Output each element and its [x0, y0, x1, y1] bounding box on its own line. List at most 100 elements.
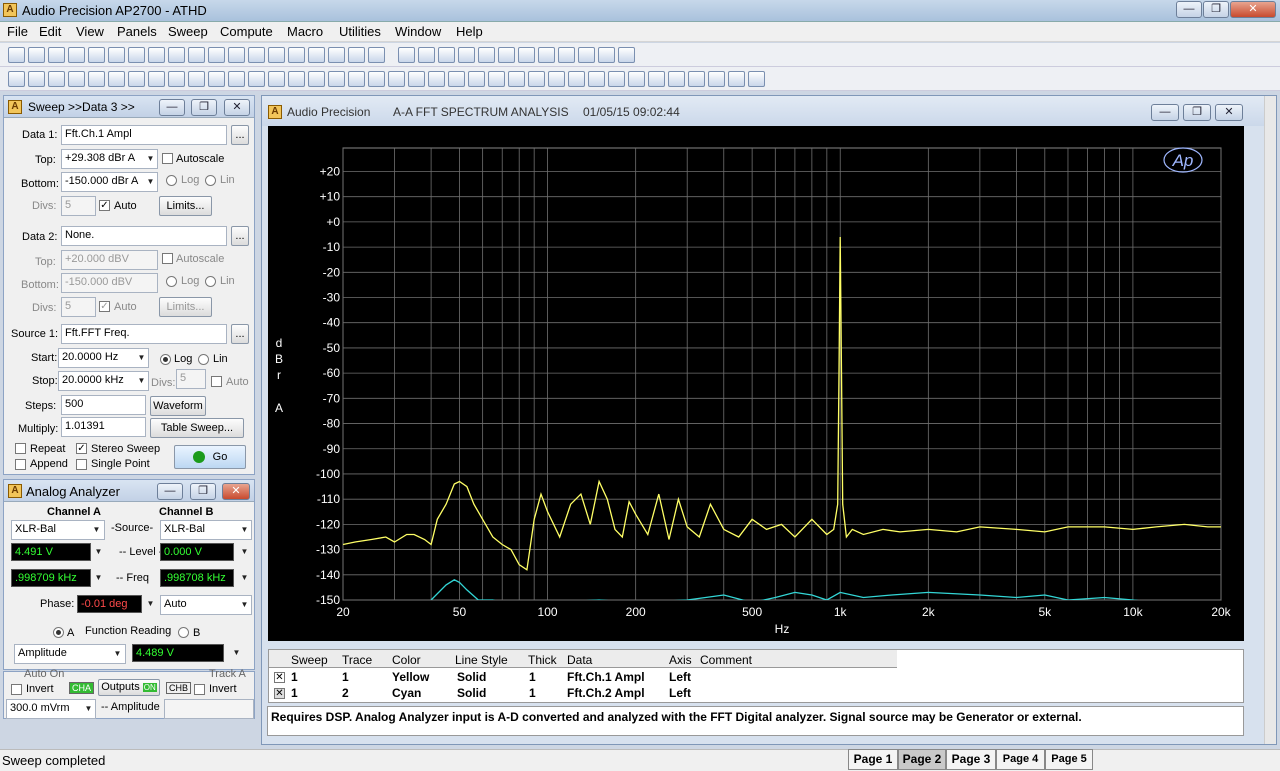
source1-lin-radio[interactable]: [198, 354, 209, 365]
toolbar-button-icon[interactable]: [228, 71, 245, 87]
data2-lin-radio[interactable]: [205, 276, 216, 287]
data1-autoscale-checkbox[interactable]: [162, 153, 173, 164]
toolbar-button-icon[interactable]: [428, 71, 445, 87]
toolbar-button-icon[interactable]: [688, 71, 705, 87]
data2-browse-button[interactable]: ...: [231, 226, 249, 246]
data2-auto-checkbox[interactable]: ✓: [99, 301, 110, 312]
source1-log-radio[interactable]: [160, 354, 171, 365]
menu-compute[interactable]: Compute: [220, 24, 273, 39]
data1-limits-button[interactable]: Limits...: [159, 196, 212, 216]
menu-sweep[interactable]: Sweep: [168, 24, 208, 39]
toolbar-button-icon[interactable]: [488, 71, 505, 87]
stereo-sweep-checkbox[interactable]: ✓: [76, 443, 87, 454]
source1-auto-checkbox[interactable]: [211, 376, 222, 387]
data1-field[interactable]: Fft.Ch.1 Ampl: [61, 125, 227, 145]
chevron-down-icon[interactable]: ▼: [238, 569, 251, 587]
data2-limits-button[interactable]: Limits...: [159, 297, 212, 317]
toolbar-button-icon[interactable]: [128, 71, 145, 87]
toolbar-button-icon[interactable]: [328, 47, 345, 63]
multiply-field[interactable]: 1.01391: [61, 417, 146, 437]
steps-field[interactable]: 500: [61, 395, 146, 415]
source1-divs-field[interactable]: 5: [176, 369, 206, 389]
toolbar-button-icon[interactable]: [108, 47, 125, 63]
toolbar-button-icon[interactable]: [168, 47, 185, 63]
toolbar-button-icon[interactable]: [348, 71, 365, 87]
toolbar-button-icon[interactable]: [648, 71, 665, 87]
chevron-down-icon[interactable]: ▼: [144, 595, 157, 613]
toolbar-button-icon[interactable]: [448, 71, 465, 87]
toolbar-button-icon[interactable]: [268, 47, 285, 63]
invert-b-checkbox[interactable]: [194, 684, 205, 695]
single-point-checkbox[interactable]: [76, 459, 87, 470]
outputs-button[interactable]: Outputs ON: [98, 679, 160, 696]
maximize-button[interactable]: ❐: [1203, 1, 1229, 18]
toolbar-button-icon[interactable]: [8, 47, 25, 63]
graph-close-button[interactable]: ✕: [1215, 104, 1243, 121]
toolbar-button-icon[interactable]: [408, 71, 425, 87]
toolbar-button-icon[interactable]: [558, 47, 575, 63]
toolbar-button-icon[interactable]: [528, 71, 545, 87]
panel-close-button[interactable]: ✕: [222, 483, 250, 500]
toolbar-button-icon[interactable]: [508, 71, 525, 87]
menu-file[interactable]: File: [7, 24, 28, 39]
toolbar-button-icon[interactable]: [168, 71, 185, 87]
graph-restore-button[interactable]: ❐: [1183, 104, 1211, 121]
toolbar-button-icon[interactable]: [458, 47, 475, 63]
menu-help[interactable]: Help: [456, 24, 483, 39]
close-button[interactable]: ✕: [1230, 1, 1276, 18]
toolbar-button-icon[interactable]: [248, 47, 265, 63]
tab-page-1[interactable]: Page 1: [848, 749, 898, 770]
toolbar-button-icon[interactable]: [228, 47, 245, 63]
tab-page-2[interactable]: Page 2: [898, 749, 946, 770]
table-row[interactable]: Solid: [457, 686, 486, 700]
toolbar-button-icon[interactable]: [308, 47, 325, 63]
toolbar-button-icon[interactable]: [8, 71, 25, 87]
toolbar-button-icon[interactable]: [88, 71, 105, 87]
comment-box[interactable]: Requires DSP. Analog Analyzer input is A…: [267, 706, 1244, 736]
menu-utilities[interactable]: Utilities: [339, 24, 381, 39]
toolbar-button-icon[interactable]: [188, 47, 205, 63]
toolbar-button-icon[interactable]: [418, 47, 435, 63]
data2-autoscale-checkbox[interactable]: [162, 253, 173, 264]
chevron-down-icon[interactable]: ▼: [144, 173, 157, 191]
toolbar-button-icon[interactable]: [88, 47, 105, 63]
toolbar-button-icon[interactable]: [348, 47, 365, 63]
source1-browse-button[interactable]: ...: [231, 324, 249, 344]
trace-2-checkbox[interactable]: ✕: [274, 688, 285, 699]
function-a-radio[interactable]: [53, 627, 64, 638]
toolbar-button-icon[interactable]: [288, 71, 305, 87]
toolbar-button-icon[interactable]: [328, 71, 345, 87]
go-button[interactable]: Go: [174, 445, 246, 469]
chevron-down-icon[interactable]: ▼: [135, 349, 148, 367]
menu-view[interactable]: View: [76, 24, 104, 39]
toolbar-button-icon[interactable]: [48, 71, 65, 87]
toolbar-button-icon[interactable]: [608, 71, 625, 87]
chb-badge[interactable]: CHB: [166, 682, 192, 694]
menu-edit[interactable]: Edit: [39, 24, 61, 39]
data2-log-radio[interactable]: [166, 276, 177, 287]
table-row[interactable]: Cyan: [392, 686, 421, 700]
toolbar-button-icon[interactable]: [708, 71, 725, 87]
toolbar-button-icon[interactable]: [438, 47, 455, 63]
tab-page-3[interactable]: Page 3: [946, 749, 996, 770]
amplitude-b-field[interactable]: [164, 699, 254, 719]
toolbar-button-icon[interactable]: [368, 47, 385, 63]
table-row[interactable]: Solid: [457, 670, 486, 684]
toolbar-button-icon[interactable]: [568, 71, 585, 87]
table-row[interactable]: 1: [529, 686, 536, 700]
toolbar-button-icon[interactable]: [308, 71, 325, 87]
toolbar-button-icon[interactable]: [598, 47, 615, 63]
function-b-radio[interactable]: [178, 627, 189, 638]
panel-close-button[interactable]: ✕: [224, 99, 250, 116]
toolbar-button-icon[interactable]: [68, 47, 85, 63]
chevron-down-icon[interactable]: ▼: [135, 372, 148, 390]
menu-panels[interactable]: Panels: [117, 24, 157, 39]
toolbar-button-icon[interactable]: [208, 47, 225, 63]
tab-page-4[interactable]: Page 4: [996, 749, 1045, 770]
toolbar-button-icon[interactable]: [268, 71, 285, 87]
cha-badge[interactable]: CHA: [69, 682, 95, 694]
source1-field[interactable]: Fft.FFT Freq.: [61, 324, 227, 344]
tab-page-5[interactable]: Page 5: [1045, 749, 1093, 770]
toolbar-button-icon[interactable]: [128, 47, 145, 63]
toolbar-button-icon[interactable]: [188, 71, 205, 87]
